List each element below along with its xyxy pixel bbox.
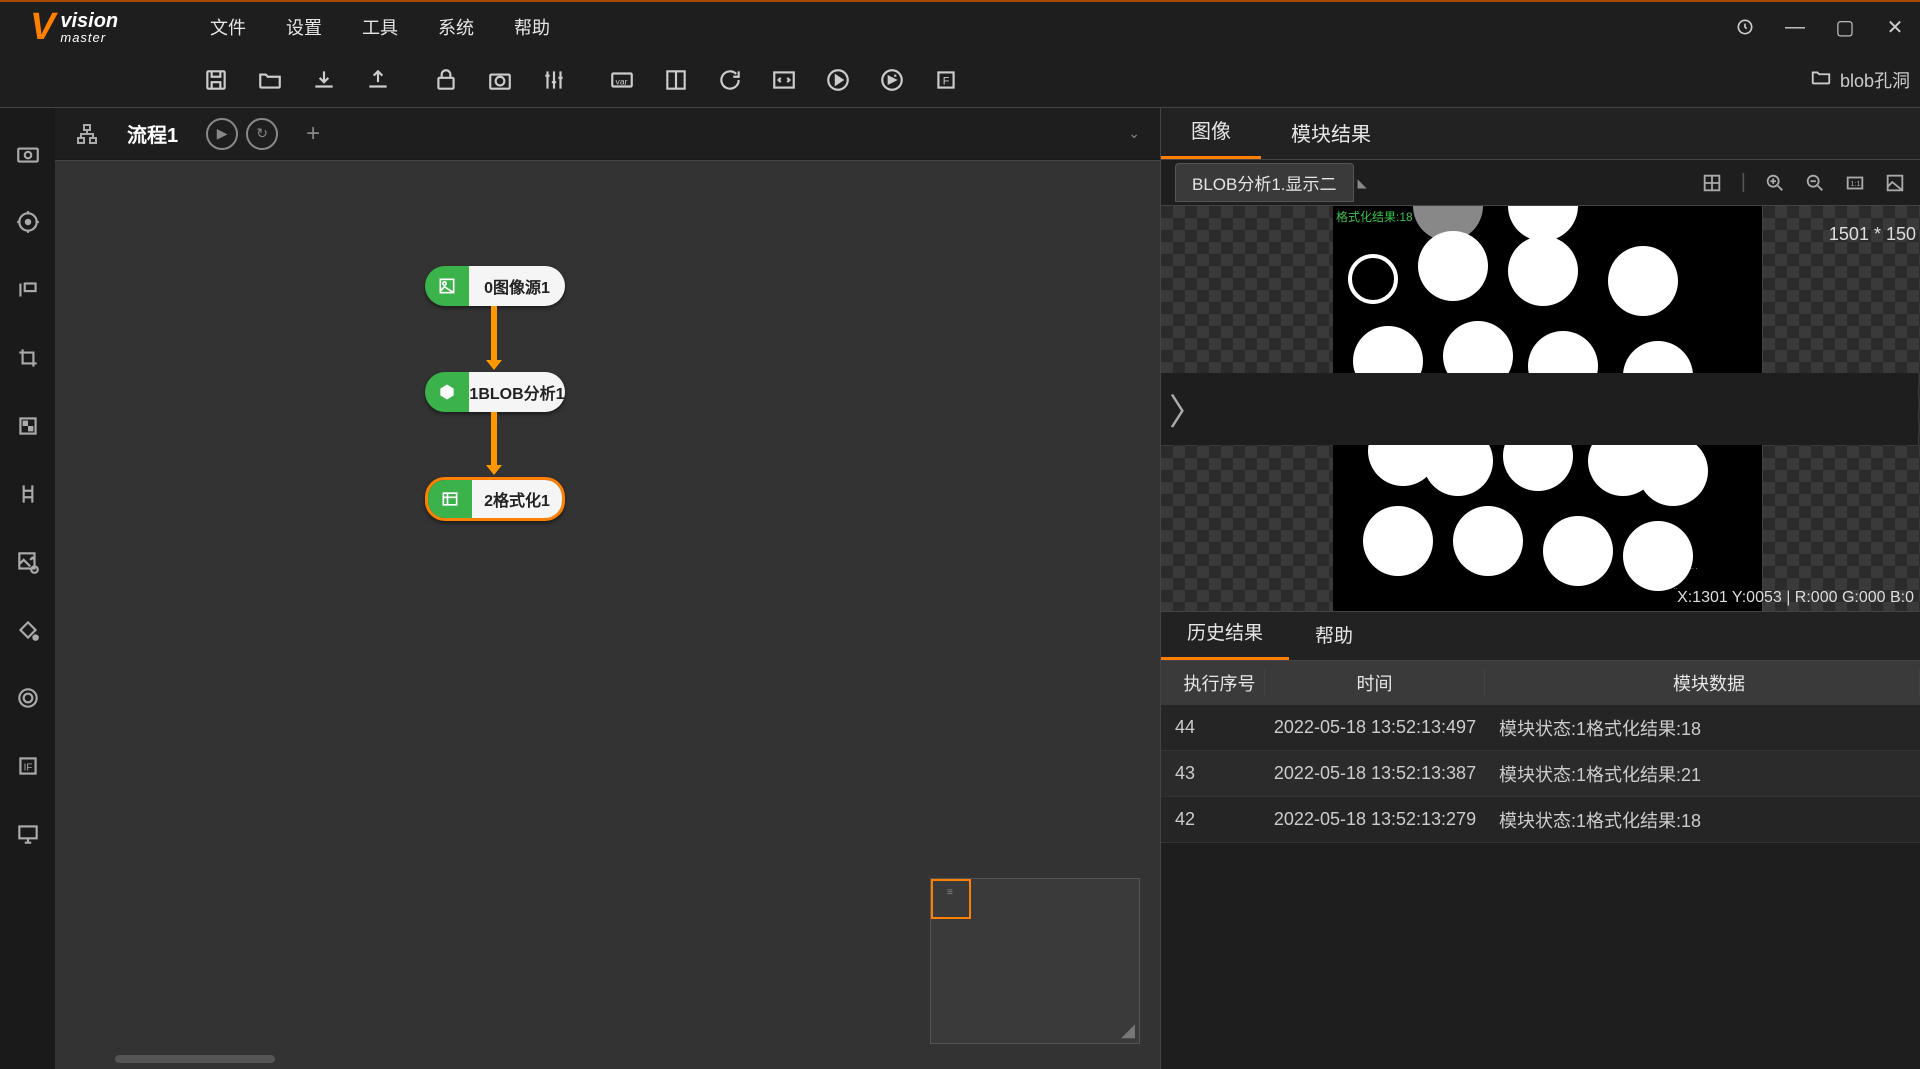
- table-row[interactable]: 42 2022-05-18 13:52:13:279 模块状态:1格式化结果:1…: [1161, 797, 1920, 843]
- fit-icon[interactable]: [1701, 171, 1723, 194]
- svg-text:var: var: [616, 76, 628, 86]
- code-icon[interactable]: [758, 60, 810, 100]
- next-image-icon[interactable]: 〉: [1161, 373, 1918, 445]
- tab-help[interactable]: 帮助: [1289, 609, 1379, 660]
- menu-settings[interactable]: 设置: [266, 14, 342, 40]
- minimap[interactable]: ≡ ◢: [930, 878, 1140, 1044]
- image-viewer[interactable]: · · · · · · ·· · · ·· · · · ·· · ·· 格式化结…: [1161, 206, 1920, 611]
- fill-tool-icon[interactable]: [12, 614, 44, 646]
- spiral-tool-icon[interactable]: [12, 682, 44, 714]
- save-icon[interactable]: [190, 60, 242, 100]
- flow-node-label: 2格式化1: [472, 480, 562, 518]
- flow-panel: 流程1 ▶ ↻ + ⌄ 0图像源1 1BLOB分析1 2格式化1: [55, 108, 1160, 1069]
- right-panel: 图像 模块结果 BLOB分析1.显示二 ◣ | 1:1: [1160, 108, 1920, 1069]
- export-icon[interactable]: [352, 60, 404, 100]
- target-tool-icon[interactable]: [12, 206, 44, 238]
- col-header-time[interactable]: 时间: [1265, 670, 1485, 696]
- grid-tool-icon[interactable]: [12, 410, 44, 442]
- menu-help[interactable]: 帮助: [494, 14, 570, 40]
- camera-icon[interactable]: [474, 60, 526, 100]
- folder-icon: [1810, 66, 1832, 93]
- rect-tool-icon[interactable]: [12, 274, 44, 306]
- svg-text:F: F: [943, 75, 950, 87]
- sliders-icon[interactable]: [528, 60, 580, 100]
- blob-icon: [425, 372, 469, 412]
- titlebar: V vision master 文件 设置 工具 系统 帮助 — ▢ ✕: [0, 2, 1920, 52]
- logo-brand-bottom: master: [60, 31, 118, 44]
- zoom-in-icon[interactable]: [1764, 171, 1786, 194]
- frame-icon[interactable]: F: [920, 60, 972, 100]
- flow-arrow: [491, 306, 497, 362]
- image-dimensions: 1501 * 150: [1829, 224, 1916, 245]
- col-header-seq[interactable]: 执行序号: [1161, 670, 1265, 696]
- minimap-viewport[interactable]: ≡: [931, 879, 971, 919]
- menu-file[interactable]: 文件: [190, 14, 266, 40]
- resize-handle-icon[interactable]: ◢: [1121, 1020, 1135, 1041]
- import-icon[interactable]: [298, 60, 350, 100]
- align-tool-icon[interactable]: [12, 478, 44, 510]
- play-loop-icon[interactable]: [866, 60, 918, 100]
- svg-text:IF: IF: [23, 762, 32, 773]
- overlay-label: 格式化结果:18: [1336, 208, 1413, 225]
- flow-node-imagesource[interactable]: 0图像源1: [425, 266, 565, 306]
- logo-brand-top: vision: [60, 11, 118, 31]
- current-file[interactable]: blob孔洞: [1810, 66, 1920, 93]
- add-tab-button[interactable]: +: [306, 120, 320, 148]
- minimize-button[interactable]: —: [1770, 2, 1820, 52]
- maximize-button[interactable]: ▢: [1820, 2, 1870, 52]
- menu-tools[interactable]: 工具: [342, 14, 418, 40]
- refresh-toolbar-icon[interactable]: [704, 60, 756, 100]
- logo-v-icon: V: [30, 8, 55, 46]
- lock-icon[interactable]: [420, 60, 472, 100]
- if-tool-icon[interactable]: IF: [12, 750, 44, 782]
- menu-system[interactable]: 系统: [418, 14, 494, 40]
- monitor-tool-icon[interactable]: [12, 818, 44, 850]
- current-file-name: blob孔洞: [1840, 67, 1910, 93]
- flow-node-blob[interactable]: 1BLOB分析1: [425, 372, 565, 412]
- result-table: 执行序号 时间 模块数据 44 2022-05-18 13:52:13:497 …: [1161, 661, 1920, 1069]
- pixel-coordinates: X:1301 Y:0053 | R:000 G:000 B:0: [1677, 589, 1914, 607]
- tab-image[interactable]: 图像: [1161, 103, 1261, 159]
- run-once-icon[interactable]: ▶: [206, 118, 238, 150]
- svg-text:1:1: 1:1: [1850, 178, 1860, 187]
- format-icon: [428, 480, 472, 518]
- refresh-icon[interactable]: [1720, 2, 1770, 52]
- var-icon[interactable]: var: [596, 60, 648, 100]
- flow-arrow: [491, 412, 497, 467]
- image-adjust-icon[interactable]: [12, 546, 44, 578]
- camera-tool-icon[interactable]: [12, 138, 44, 170]
- chevron-down-icon[interactable]: ⌄: [1128, 125, 1140, 142]
- close-button[interactable]: ✕: [1870, 2, 1920, 52]
- tree-icon[interactable]: [67, 122, 107, 146]
- table-row[interactable]: 43 2022-05-18 13:52:13:387 模块状态:1格式化结果:2…: [1161, 751, 1920, 797]
- open-icon[interactable]: [244, 60, 296, 100]
- logo: V vision master: [0, 2, 190, 52]
- toolbar: var F blob孔洞: [0, 52, 1920, 108]
- run-loop-icon[interactable]: ↻: [246, 118, 278, 150]
- layout-icon[interactable]: [650, 60, 702, 100]
- tool-sidebar: IF: [0, 108, 55, 1069]
- col-header-data[interactable]: 模块数据: [1485, 670, 1920, 696]
- flow-tab[interactable]: 流程1: [107, 119, 198, 148]
- horizontal-scrollbar[interactable]: [115, 1055, 275, 1063]
- play-icon[interactable]: [812, 60, 864, 100]
- flow-node-label: 0图像源1: [469, 266, 565, 306]
- main-menu: 文件 设置 工具 系统 帮助: [190, 2, 570, 52]
- actual-size-icon[interactable]: 1:1: [1844, 171, 1866, 194]
- picture-icon[interactable]: [1884, 171, 1906, 194]
- flow-canvas[interactable]: 0图像源1 1BLOB分析1 2格式化1 ≡ ◢: [55, 160, 1160, 1069]
- tab-history-result[interactable]: 历史结果: [1161, 606, 1289, 660]
- table-row[interactable]: 44 2022-05-18 13:52:13:497 模块状态:1格式化结果:1…: [1161, 705, 1920, 751]
- zoom-out-icon[interactable]: [1804, 171, 1826, 194]
- flow-node-format[interactable]: 2格式化1: [425, 477, 565, 521]
- tab-module-result[interactable]: 模块结果: [1261, 106, 1401, 159]
- image-source-icon: [425, 266, 469, 306]
- flow-node-label: 1BLOB分析1: [469, 372, 565, 412]
- image-source-select[interactable]: BLOB分析1.显示二: [1175, 163, 1354, 202]
- crop-tool-icon[interactable]: [12, 342, 44, 374]
